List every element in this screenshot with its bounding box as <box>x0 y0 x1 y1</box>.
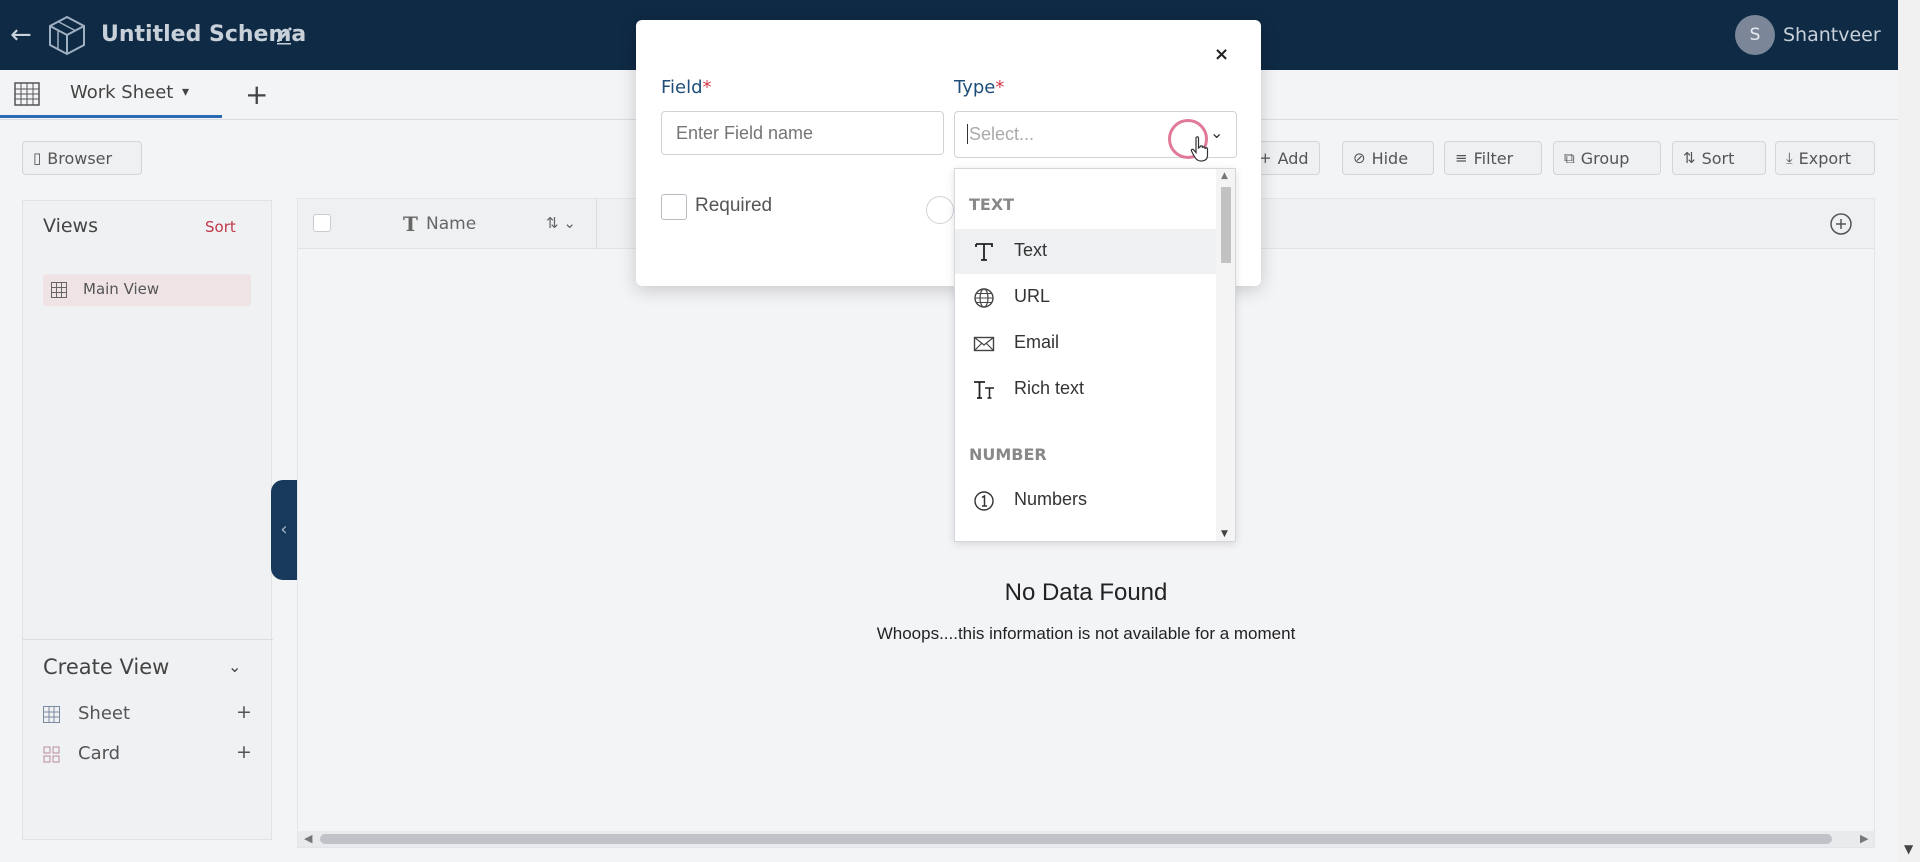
field-label: Field* <box>661 77 712 98</box>
field-label-text: Field <box>661 77 703 98</box>
type-label-text: Type <box>954 77 996 98</box>
option-label: Text <box>1014 240 1048 260</box>
option-rich-text[interactable]: Rich text <box>955 367 1216 412</box>
type-label: Type* <box>954 77 1004 98</box>
option-label: Email <box>1014 332 1060 352</box>
option-label: URL <box>1014 286 1051 306</box>
type-select-placeholder: Select... <box>969 124 1035 144</box>
option-group-label: NUMBER <box>969 445 1047 464</box>
option-label: Rich text <box>1014 378 1085 398</box>
option-email[interactable]: Email <box>955 321 1216 366</box>
option-group-label: TEXT <box>969 195 1015 214</box>
scrollbar-thumb[interactable] <box>1221 187 1231 263</box>
required-asterisk: * <box>702 77 712 98</box>
hand-pointer-icon <box>1190 136 1209 162</box>
scroll-down-icon[interactable]: ▼ <box>1221 529 1228 539</box>
envelope-icon <box>973 336 995 352</box>
close-icon[interactable]: × <box>1214 44 1229 65</box>
dropdown-scrollbar[interactable]: ▲ ▼ <box>1216 169 1235 541</box>
number-circle-icon <box>974 491 994 511</box>
field-name-input[interactable] <box>661 111 944 155</box>
required-label: Required <box>695 195 773 216</box>
type-dropdown-menu: TEXT Text URL Email Rich text NUMBER Num… <box>954 168 1236 542</box>
toggle-switch[interactable] <box>926 196 954 224</box>
required-asterisk: * <box>995 77 1005 98</box>
chevron-down-icon[interactable]: ⌄ <box>1210 123 1223 143</box>
option-text[interactable]: Text <box>955 229 1216 274</box>
text-cursor <box>967 124 968 144</box>
option-numbers[interactable]: Numbers <box>955 478 1216 523</box>
rich-text-icon <box>974 381 994 399</box>
option-url[interactable]: URL <box>955 275 1216 320</box>
scroll-up-icon[interactable]: ▲ <box>1221 171 1228 181</box>
globe-icon <box>974 288 994 308</box>
text-type-icon <box>975 243 993 261</box>
option-label: Numbers <box>1014 489 1088 509</box>
required-checkbox[interactable] <box>661 194 687 220</box>
